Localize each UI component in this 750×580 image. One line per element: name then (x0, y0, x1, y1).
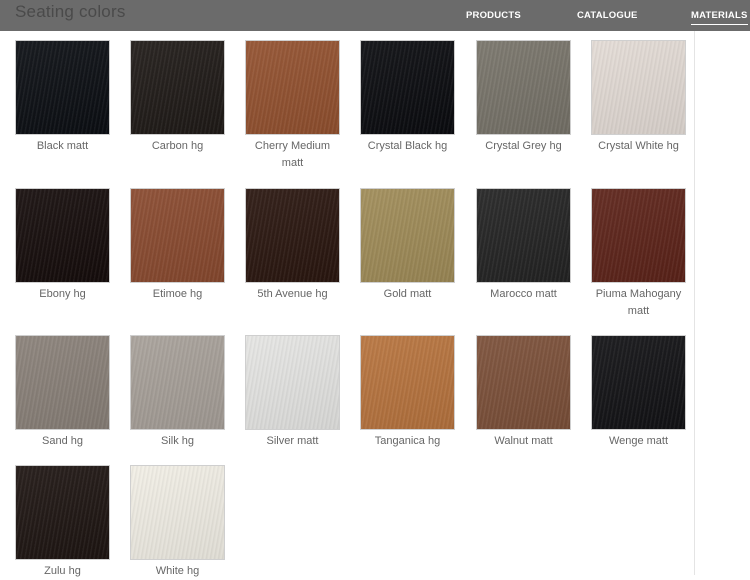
swatch-crystal-black-hg (360, 40, 455, 135)
swatch-silk-hg (130, 335, 225, 430)
swatch-label: Crystal Grey hg (485, 140, 562, 152)
swatch-label: Sand hg (42, 435, 83, 447)
swatch-label: Crystal White hg (598, 140, 679, 152)
swatch-grid: Black matt Carbon hg Cherry Medium matt … (0, 31, 695, 577)
nav-link-catalogue[interactable]: CATALOGUE (577, 10, 638, 21)
swatch-card[interactable]: Tanganica hg (360, 335, 455, 450)
swatch-label: Zulu hg (44, 565, 81, 577)
swatch-marocco-matt (476, 188, 571, 283)
swatch-card[interactable]: Silver matt (245, 335, 340, 450)
swatch-label: Etimoe hg (152, 288, 203, 300)
swatch-card[interactable]: Marocco matt (476, 188, 571, 303)
swatch-card[interactable]: Silk hg (130, 335, 225, 450)
swatch-white-hg (130, 465, 225, 560)
swatch-silver-matt (245, 335, 340, 430)
swatch-card[interactable]: Sand hg (15, 335, 110, 450)
swatch-card[interactable]: Crystal White hg (591, 40, 686, 155)
swatch-card[interactable]: Walnut matt (476, 335, 571, 450)
swatch-gold-matt (360, 188, 455, 283)
swatch-card[interactable]: White hg (130, 465, 225, 580)
main-nav: PRODUCTS CATALOGUE MATERIALS (0, 0, 750, 31)
nav-link-products[interactable]: PRODUCTS (466, 10, 521, 21)
swatch-card[interactable]: Gold matt (360, 188, 455, 303)
swatch-etimoe-hg (130, 188, 225, 283)
swatch-zulu-hg (15, 465, 110, 560)
swatch-card[interactable]: Crystal Grey hg (476, 40, 571, 155)
swatch-black-matt (15, 40, 110, 135)
swatch-tanganica-hg (360, 335, 455, 430)
swatch-label: Crystal Black hg (367, 140, 448, 152)
swatch-label: 5th Avenue hg (257, 288, 328, 300)
swatch-wenge-matt (591, 335, 686, 430)
swatch-label: Tanganica hg (374, 435, 441, 447)
swatch-label: Piuma Mahogany matt (595, 288, 682, 317)
swatch-card[interactable]: Etimoe hg (130, 188, 225, 303)
swatch-label: Gold matt (383, 288, 432, 300)
swatch-walnut-matt (476, 335, 571, 430)
swatch-sand-hg (15, 335, 110, 430)
swatch-crystal-grey-hg (476, 40, 571, 135)
swatch-label: Carbon hg (151, 140, 204, 152)
swatch-label: Walnut matt (494, 435, 553, 447)
swatch-card[interactable]: Crystal Black hg (360, 40, 455, 155)
swatch-card[interactable]: Ebony hg (15, 188, 110, 303)
top-bar: Seating colors PRODUCTS CATALOGUE MATERI… (0, 0, 750, 31)
swatch-label: Silk hg (160, 435, 195, 447)
swatch-card[interactable]: Piuma Mahogany matt (591, 188, 686, 320)
swatch-piuma-mahogany-matt (591, 188, 686, 283)
swatch-label: White hg (155, 565, 200, 577)
swatch-5th-avenue-hg (245, 188, 340, 283)
swatch-card[interactable]: Zulu hg (15, 465, 110, 580)
nav-link-materials[interactable]: MATERIALS (691, 10, 748, 25)
swatch-label: Black matt (36, 140, 89, 152)
swatch-card[interactable]: Wenge matt (591, 335, 686, 450)
swatch-label: Marocco matt (490, 288, 557, 300)
swatch-label: Cherry Medium matt (254, 140, 331, 169)
swatch-card[interactable]: Cherry Medium matt (245, 40, 340, 172)
swatch-card[interactable]: 5th Avenue hg (245, 188, 340, 303)
swatch-label: Silver matt (266, 435, 319, 447)
swatch-crystal-white-hg (591, 40, 686, 135)
swatch-carbon-hg (130, 40, 225, 135)
swatch-ebony-hg (15, 188, 110, 283)
swatch-label: Ebony hg (39, 288, 86, 300)
swatch-card[interactable]: Carbon hg (130, 40, 225, 155)
swatch-cherry-medium-matt (245, 40, 340, 135)
swatch-label: Wenge matt (608, 435, 669, 447)
swatch-card[interactable]: Black matt (15, 40, 110, 155)
